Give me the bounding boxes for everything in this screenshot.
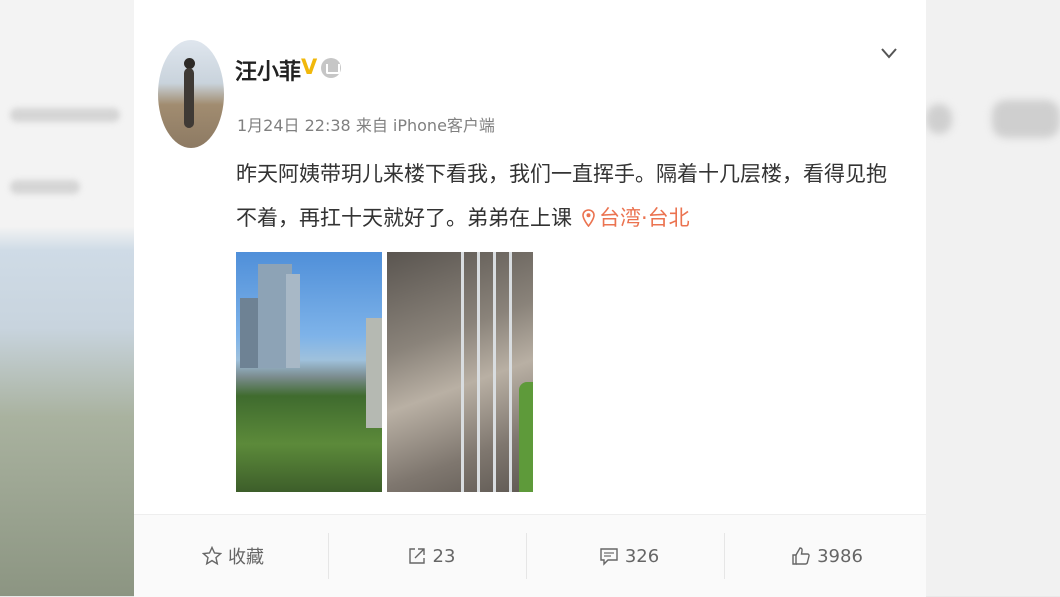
photo-building xyxy=(240,298,258,368)
photo-railing xyxy=(461,252,464,492)
blur-bar xyxy=(10,108,120,122)
photo-railing xyxy=(477,252,480,492)
like-button[interactable]: 3986 xyxy=(728,515,926,597)
verified-icon: V xyxy=(301,55,318,79)
location-link[interactable]: 台湾·台北 xyxy=(582,206,690,230)
divider xyxy=(328,533,329,579)
blur-bar xyxy=(10,180,80,194)
blur-bar xyxy=(992,100,1060,138)
blur-bar xyxy=(926,104,952,134)
post-photo-street[interactable] xyxy=(387,252,533,492)
photo-railing xyxy=(493,252,496,492)
thumbs-up-icon xyxy=(792,547,810,565)
repost-button[interactable]: 23 xyxy=(332,515,530,597)
crown-icon xyxy=(321,58,341,78)
repost-count: 23 xyxy=(432,545,456,567)
divider xyxy=(724,533,725,579)
share-icon xyxy=(408,548,425,564)
photo-building xyxy=(286,274,300,368)
comment-icon xyxy=(600,548,618,566)
photo-plant xyxy=(519,382,533,492)
comment-count: 326 xyxy=(624,545,660,567)
post-meta: 1月24日 22:38 来自 iPhone客户端 xyxy=(237,116,495,135)
photo-railing xyxy=(509,252,512,492)
post-text: 昨天阿姨带玥儿来楼下看我，我们一直挥手。隔着十几层楼，看得见抱不着，再扛十天就好… xyxy=(236,152,896,240)
author-name[interactable]: 汪小菲 xyxy=(235,54,301,86)
background-right xyxy=(926,0,1060,596)
photo-building xyxy=(366,318,382,428)
comment-button[interactable]: 326 xyxy=(530,515,728,597)
location-label: 台湾·台北 xyxy=(599,206,690,230)
star-icon xyxy=(202,546,222,566)
avatar[interactable] xyxy=(158,40,224,148)
background-left xyxy=(0,0,134,596)
weibo-post-card: 汪小菲 V 1月24日 22:38 来自 iPhone客户端 昨天阿姨带玥儿来楼… xyxy=(134,0,926,597)
divider xyxy=(526,533,527,579)
like-count: 3986 xyxy=(817,545,863,567)
post-body: 昨天阿姨带玥儿来楼下看我，我们一直挥手。隔着十几层楼，看得见抱不着，再扛十天就好… xyxy=(236,162,887,230)
favorite-label: 收藏 xyxy=(228,547,264,568)
post-photo-skyline[interactable] xyxy=(236,252,382,492)
location-pin-icon xyxy=(582,209,595,227)
favorite-button[interactable]: 收藏 xyxy=(134,515,332,597)
action-bar: 收藏 23 326 3986 xyxy=(134,514,926,597)
avatar-figure xyxy=(184,68,194,128)
chevron-down-icon[interactable] xyxy=(878,42,900,64)
